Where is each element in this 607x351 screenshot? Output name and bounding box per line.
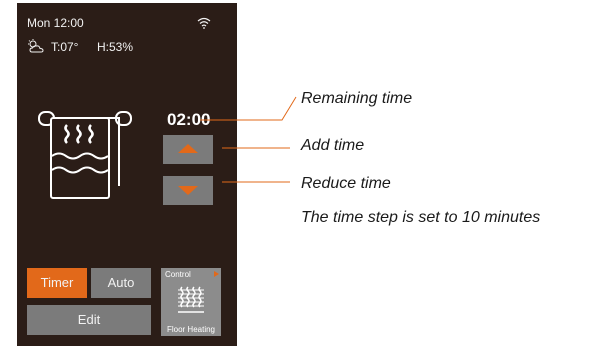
- time-step-annotation: The time step is set to 10 minutes: [301, 209, 541, 226]
- remaining-time-annotation: Remaining time: [301, 90, 413, 107]
- reduce-time-annotation: Reduce time: [301, 175, 391, 192]
- remaining-leader-line: [200, 96, 297, 121]
- add-time-annotation: Add time: [301, 137, 365, 154]
